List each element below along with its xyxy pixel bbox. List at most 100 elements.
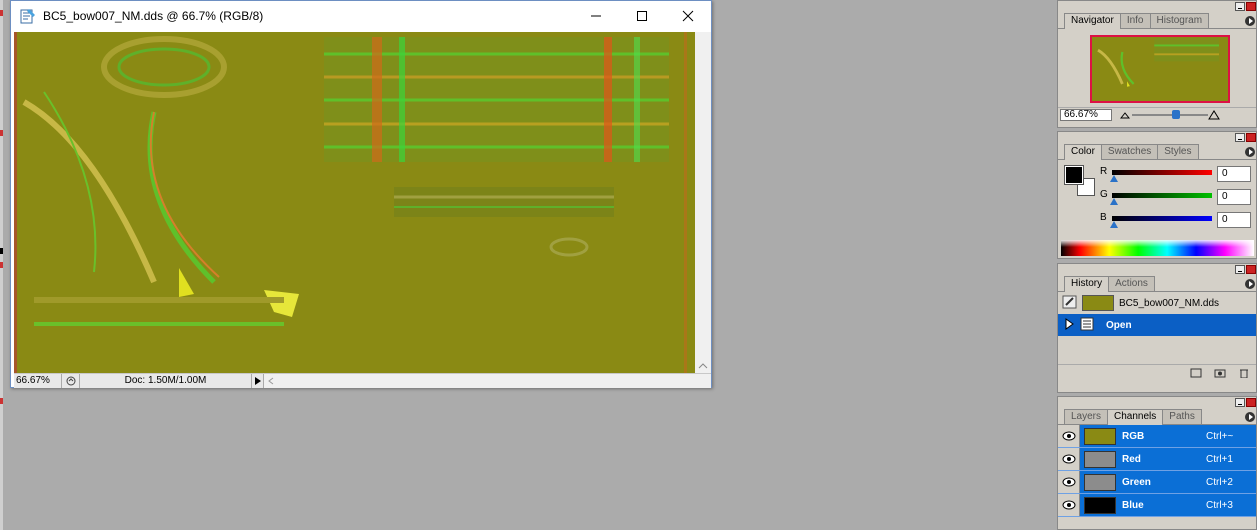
navigator-thumbnail[interactable] [1090, 35, 1230, 103]
green-slider-thumb[interactable] [1110, 198, 1118, 205]
palette-close-button[interactable] [1246, 398, 1256, 407]
channel-shortcut: Ctrl+3 [1206, 499, 1233, 511]
color-row-red: R 0 [1100, 166, 1252, 184]
color-row-green: G 0 [1100, 189, 1252, 207]
document-window[interactable]: BC5_bow007_NM.dds @ 66.7% (RGB/8) 66.67%… [10, 0, 712, 388]
channel-thumbnail [1084, 450, 1116, 468]
background-window-edge [0, 0, 3, 530]
visibility-eye-icon[interactable] [1058, 494, 1080, 516]
channel-row-green[interactable]: Green Ctrl+2 [1058, 471, 1256, 494]
color-controls: R 0 G 0 B 0 [1058, 160, 1256, 244]
tab-styles[interactable]: Styles [1157, 144, 1199, 159]
tab-color[interactable]: Color [1064, 144, 1102, 160]
palette-header[interactable] [1058, 264, 1256, 276]
new-snapshot-icon[interactable] [1214, 368, 1226, 378]
foreground-color-swatch[interactable] [1064, 165, 1084, 185]
channel-thumbnail [1084, 496, 1116, 514]
document-statusbar: 66.67% Doc: 1.50M/1.00M [14, 373, 711, 388]
history-brush-icon[interactable] [1062, 294, 1080, 313]
palette-minimize-button[interactable] [1235, 2, 1245, 11]
palette-minimize-button[interactable] [1235, 265, 1245, 274]
maximize-button[interactable] [619, 1, 665, 31]
palette-close-button[interactable] [1246, 2, 1256, 11]
normal-map-image [14, 32, 695, 373]
green-slider-track[interactable] [1112, 193, 1212, 198]
channel-name: Blue [1122, 499, 1144, 511]
visibility-eye-icon[interactable] [1058, 471, 1080, 493]
blue-value-field[interactable]: 0 [1217, 212, 1251, 228]
green-value-field[interactable]: 0 [1217, 189, 1251, 205]
blue-slider-thumb[interactable] [1110, 221, 1118, 228]
history-list: BC5_bow007_NM.dds Open [1058, 292, 1256, 364]
channel-row-rgb[interactable]: RGB Ctrl+~ [1058, 425, 1256, 448]
tab-info[interactable]: Info [1119, 13, 1151, 28]
zoom-in-icon[interactable] [1208, 109, 1220, 120]
palette-menu-icon[interactable] [1245, 16, 1255, 26]
color-spectrum-ramp[interactable] [1061, 240, 1254, 256]
palette-menu-icon[interactable] [1245, 412, 1255, 422]
document-canvas[interactable] [14, 32, 695, 373]
tab-navigator[interactable]: Navigator [1064, 13, 1121, 29]
visibility-eye-icon[interactable] [1058, 448, 1080, 470]
photoshop-document-icon [19, 7, 37, 25]
red-slider-track[interactable] [1112, 170, 1212, 175]
zoom-slider-knob[interactable] [1172, 109, 1180, 119]
palette-close-button[interactable] [1246, 265, 1256, 274]
document-title: BC5_bow007_NM.dds @ 66.7% (RGB/8) [43, 9, 264, 23]
status-zoom[interactable]: 66.67% [14, 374, 62, 388]
horizontal-scrollbar[interactable] [264, 374, 711, 388]
color-tabs: Color Swatches Styles [1058, 144, 1256, 160]
color-palette: Color Swatches Styles R 0 G 0 B 0 [1057, 131, 1257, 259]
tab-actions[interactable]: Actions [1108, 276, 1155, 291]
channel-name: Red [1122, 453, 1141, 465]
palette-close-button[interactable] [1246, 133, 1256, 142]
tab-paths[interactable]: Paths [1162, 409, 1202, 424]
channels-palette: Layers Channels Paths RGB Ctrl+~ Red Ctr… [1057, 396, 1257, 530]
navigator-zoom-bar: 66.67% [1058, 107, 1256, 121]
edge-marker [0, 248, 3, 254]
edge-marker [0, 10, 3, 16]
history-footer [1058, 364, 1256, 380]
navigator-zoom-slider[interactable] [1120, 109, 1220, 121]
navigator-palette: Navigator Info Histogram 66.67% [1057, 0, 1257, 128]
palette-menu-icon[interactable] [1245, 147, 1255, 157]
vertical-scrollbar[interactable] [695, 32, 711, 373]
channel-row-red[interactable]: Red Ctrl+1 [1058, 448, 1256, 471]
tab-history[interactable]: History [1064, 276, 1110, 292]
history-state-arrow-icon [1062, 317, 1080, 334]
zoom-out-icon[interactable] [1120, 110, 1130, 120]
status-menu-arrow-icon[interactable] [252, 374, 264, 388]
close-button[interactable] [665, 1, 711, 31]
red-slider-thumb[interactable] [1110, 175, 1118, 182]
minimize-button[interactable] [573, 1, 619, 31]
edge-marker [0, 130, 3, 136]
navigator-zoom-field[interactable]: 66.67% [1060, 108, 1112, 121]
history-item-open[interactable]: Open [1058, 314, 1256, 336]
history-snapshot[interactable]: BC5_bow007_NM.dds [1058, 292, 1256, 314]
visibility-eye-icon[interactable] [1058, 425, 1080, 447]
tab-histogram[interactable]: Histogram [1149, 13, 1210, 28]
channel-name: Green [1122, 476, 1151, 488]
trash-icon[interactable] [1238, 368, 1250, 378]
palette-minimize-button[interactable] [1235, 133, 1245, 142]
palette-header[interactable] [1058, 1, 1256, 13]
blue-slider-track[interactable] [1112, 216, 1212, 221]
red-value-field[interactable]: 0 [1217, 166, 1251, 182]
palette-header[interactable] [1058, 397, 1256, 409]
navigator-tabs: Navigator Info Histogram [1058, 13, 1256, 29]
new-document-from-state-icon[interactable] [1190, 368, 1202, 378]
channels-list: RGB Ctrl+~ Red Ctrl+1 Green Ctrl+2 Blue [1058, 425, 1256, 517]
history-palette: History Actions BC5_bow007_NM.dds Open [1057, 263, 1257, 393]
palette-minimize-button[interactable] [1235, 398, 1245, 407]
channel-row-blue[interactable]: Blue Ctrl+3 [1058, 494, 1256, 517]
status-info-icon[interactable] [62, 374, 80, 388]
palette-header[interactable] [1058, 132, 1256, 144]
navigator-preview-area[interactable] [1058, 29, 1256, 107]
tab-swatches[interactable]: Swatches [1100, 144, 1159, 159]
tab-layers[interactable]: Layers [1064, 409, 1109, 424]
edge-marker [0, 398, 3, 404]
document-titlebar[interactable]: BC5_bow007_NM.dds @ 66.7% (RGB/8) [11, 1, 711, 31]
history-tabs: History Actions [1058, 276, 1256, 292]
tab-channels[interactable]: Channels [1107, 409, 1164, 425]
palette-menu-icon[interactable] [1245, 279, 1255, 289]
